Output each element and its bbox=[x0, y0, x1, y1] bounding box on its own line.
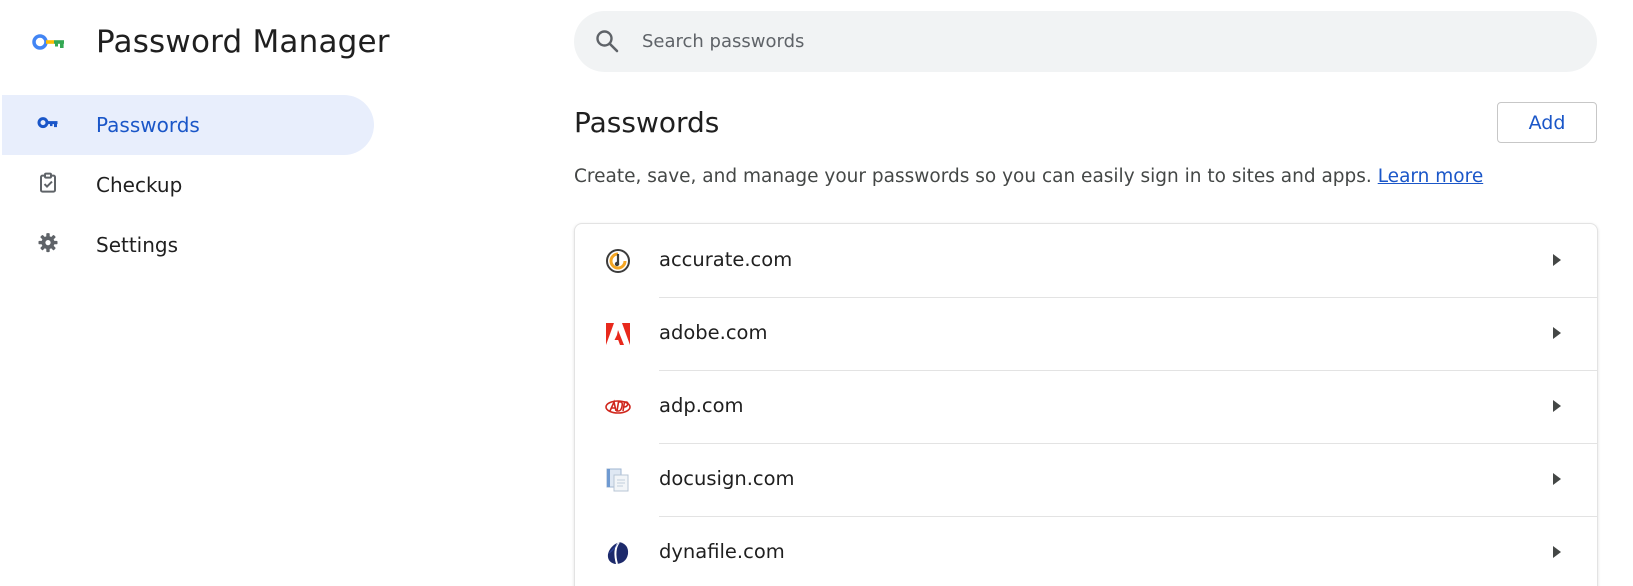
gear-icon bbox=[36, 231, 60, 255]
list-item[interactable]: adobe.com bbox=[575, 297, 1597, 370]
site-name: adp.com bbox=[659, 394, 744, 417]
chevron-right-icon bbox=[1553, 327, 1561, 339]
search-input[interactable] bbox=[642, 11, 1542, 72]
page-title: Passwords bbox=[574, 106, 720, 139]
adp-favicon bbox=[605, 399, 631, 414]
sidebar-item-label: Passwords bbox=[96, 113, 200, 137]
description-text: Create, save, and manage your passwords … bbox=[574, 166, 1372, 187]
key-icon bbox=[36, 111, 60, 135]
site-name: dynafile.com bbox=[659, 540, 785, 563]
chevron-right-icon bbox=[1553, 473, 1561, 485]
row-divider bbox=[659, 297, 1597, 298]
search-icon bbox=[596, 30, 619, 53]
row-divider bbox=[659, 370, 1597, 371]
list-item[interactable]: accurate.com bbox=[575, 224, 1597, 297]
password-list: accurate.com adobe.com adp.com docusign.… bbox=[574, 223, 1598, 586]
row-divider bbox=[659, 443, 1597, 444]
adobe-favicon bbox=[606, 323, 630, 345]
site-name: adobe.com bbox=[659, 321, 768, 344]
site-name: accurate.com bbox=[659, 248, 793, 271]
list-item[interactable]: adp.com bbox=[575, 370, 1597, 443]
sidebar-item-passwords[interactable]: Passwords bbox=[2, 95, 374, 155]
list-item[interactable]: dynafile.com bbox=[575, 516, 1597, 586]
sidebar-item-label: Settings bbox=[96, 233, 179, 257]
chevron-right-icon bbox=[1553, 254, 1561, 266]
list-item[interactable]: docusign.com bbox=[575, 443, 1597, 516]
add-password-button[interactable]: Add bbox=[1497, 102, 1597, 143]
chevron-right-icon bbox=[1553, 546, 1561, 558]
docusign-favicon bbox=[606, 468, 629, 492]
sidebar: Passwords Checkup Settings bbox=[2, 95, 374, 275]
row-divider bbox=[659, 516, 1597, 517]
chevron-right-icon bbox=[1553, 400, 1561, 412]
accurate-favicon bbox=[606, 249, 630, 273]
dynafile-favicon bbox=[607, 541, 629, 565]
password-manager-app: Password Manager Passwords Checkup Setti… bbox=[0, 0, 1633, 586]
learn-more-link[interactable]: Learn more bbox=[1378, 166, 1484, 187]
description: Create, save, and manage your passwords … bbox=[574, 166, 1483, 187]
clipboard-check-icon bbox=[36, 171, 60, 195]
brand: Password Manager bbox=[32, 18, 390, 66]
sidebar-item-label: Checkup bbox=[96, 173, 183, 197]
password-manager-key-logo bbox=[32, 34, 64, 50]
search-bar bbox=[574, 11, 1597, 72]
site-name: docusign.com bbox=[659, 467, 795, 490]
sidebar-item-settings[interactable]: Settings bbox=[2, 215, 374, 275]
app-title: Password Manager bbox=[96, 24, 390, 60]
sidebar-item-checkup[interactable]: Checkup bbox=[2, 155, 374, 215]
